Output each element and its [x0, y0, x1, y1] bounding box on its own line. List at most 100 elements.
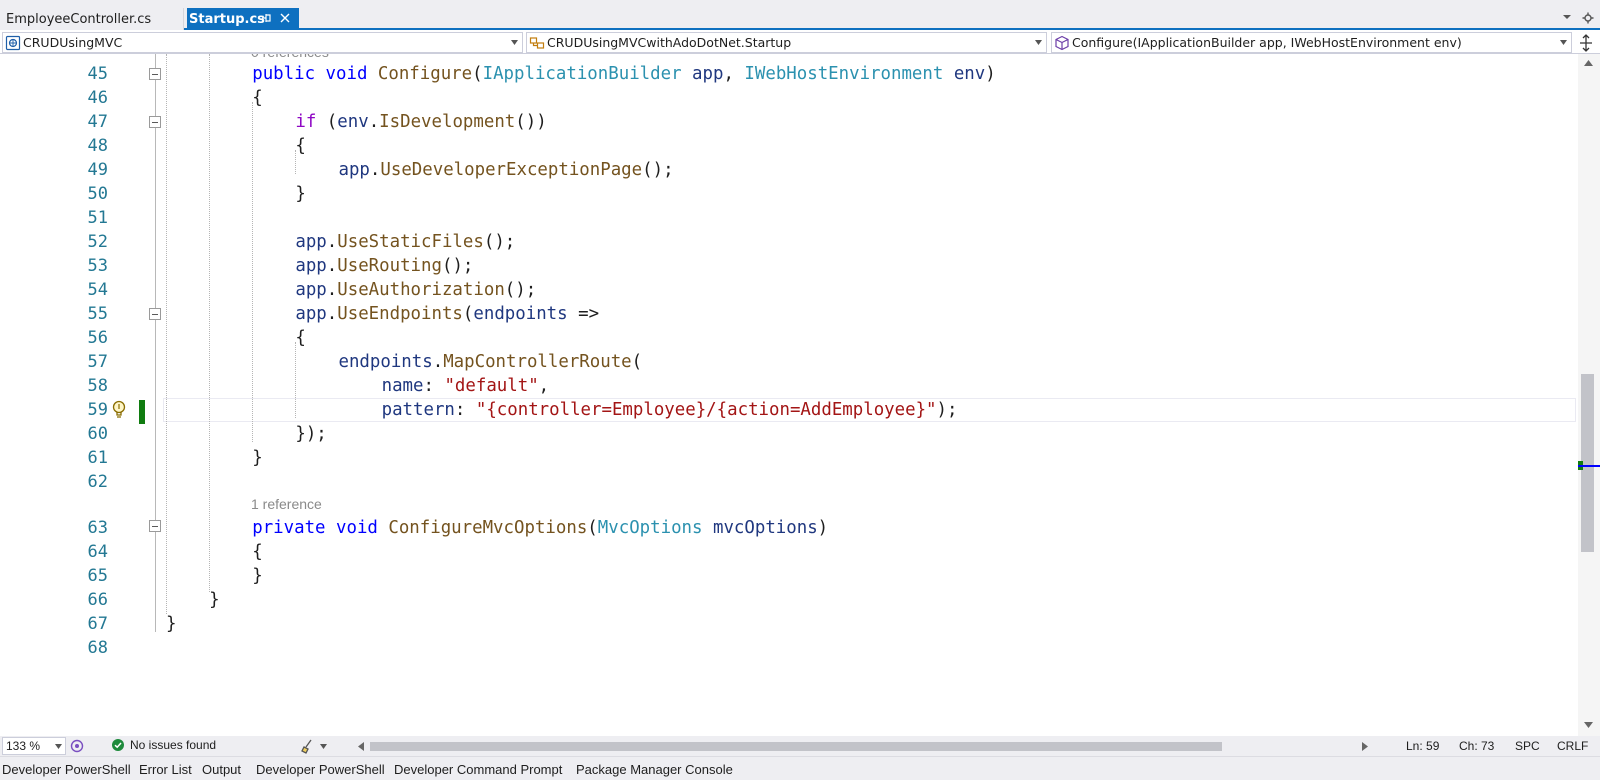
- codelens-references[interactable]: 0 references: [251, 54, 329, 62]
- line-number: 46: [87, 88, 108, 108]
- code-line[interactable]: 52 app.UseStaticFiles();: [0, 230, 1578, 254]
- tab-overflow-icon[interactable]: [1562, 13, 1572, 21]
- member-dropdown[interactable]: Configure(IApplicationBuilder app, IWebH…: [1051, 32, 1572, 53]
- scroll-up-icon[interactable]: [1584, 60, 1593, 66]
- member-name: Configure(IApplicationBuilder app, IWebH…: [1072, 35, 1462, 50]
- code-line[interactable]: 67}: [0, 612, 1578, 636]
- scroll-right-icon[interactable]: [1362, 742, 1368, 751]
- code-text: }: [209, 588, 219, 612]
- copilot-icon[interactable]: [70, 739, 84, 753]
- code-token: void: [336, 518, 389, 538]
- line-indicator[interactable]: Ln: 59: [1406, 739, 1439, 753]
- code-token: ConfigureMvcOptions: [388, 518, 588, 538]
- pin-icon[interactable]: [260, 11, 273, 25]
- issues-indicator[interactable]: No issues found: [112, 738, 216, 752]
- code-token: ): [817, 518, 829, 538]
- close-icon[interactable]: [279, 12, 291, 24]
- code-line[interactable]: 61}: [0, 446, 1578, 470]
- project-dropdown[interactable]: CRUDUsingMVC: [2, 32, 523, 53]
- code-token: }: [166, 614, 177, 634]
- vertical-scrollbar[interactable]: [1578, 54, 1600, 736]
- code-line[interactable]: 55 app.UseEndpoints(endpoints =>: [0, 302, 1578, 326]
- line-number: 59: [87, 400, 108, 420]
- code-line[interactable]: 49 app.UseDeveloperExceptionPage();: [0, 158, 1578, 182]
- code-token: IsDevelopment: [379, 112, 516, 132]
- code-line[interactable]: 47 if (env.IsDevelopment()): [0, 110, 1578, 134]
- zoom-dropdown[interactable]: 133 %: [2, 737, 66, 755]
- line-number: 54: [87, 280, 108, 300]
- code-token: ,: [723, 64, 745, 84]
- document-tab-bar: EmployeeController.cs Startup.cs: [0, 0, 1600, 30]
- code-line[interactable]: 63 private void ConfigureMvcOptions(MvcOp…: [0, 516, 1578, 540]
- column-indicator[interactable]: Ch: 73: [1459, 739, 1494, 753]
- code-token: (: [472, 64, 483, 84]
- scroll-left-icon[interactable]: [358, 742, 364, 751]
- code-token: }: [209, 590, 220, 610]
- line-number: 57: [87, 352, 108, 372]
- code-editor[interactable]: 0 references 1 reference 45 public void C…: [0, 54, 1578, 736]
- chevron-down-icon[interactable]: [320, 744, 327, 749]
- split-editor-icon[interactable]: [1577, 34, 1595, 52]
- code-token: UseAuthorization: [337, 280, 505, 300]
- tool-window-tabs: Developer PowerShell Error List Output D…: [0, 756, 1600, 780]
- tool-tab-output[interactable]: Output: [202, 762, 241, 777]
- whitespace-indicator[interactable]: SPC: [1515, 739, 1540, 753]
- navigation-bar: CRUDUsingMVC CRUDUsingMVCwithAdoDotNet.S…: [0, 31, 1600, 54]
- code-token: (: [316, 112, 338, 132]
- code-line[interactable]: 46 {: [0, 86, 1578, 110]
- code-line[interactable]: 65}: [0, 564, 1578, 588]
- code-token: .: [326, 256, 338, 276]
- tab-startup[interactable]: Startup.cs: [187, 8, 299, 30]
- code-line[interactable]: 56 {: [0, 326, 1578, 350]
- code-line[interactable]: 59 pattern: "{controller=Employee}/{actio…: [0, 398, 1578, 422]
- line-number: 50: [87, 184, 108, 204]
- code-token: IApplicationBuilder: [482, 64, 682, 84]
- code-token: :: [423, 376, 445, 396]
- tool-tab-error-list[interactable]: Error List: [139, 762, 192, 777]
- tab-label: EmployeeController.cs: [6, 11, 152, 27]
- code-token: {: [252, 542, 263, 562]
- code-line[interactable]: 62: [0, 470, 1578, 494]
- line-number: 66: [87, 590, 108, 610]
- code-line[interactable]: 48 {: [0, 134, 1578, 158]
- code-line[interactable]: 68: [0, 636, 1578, 660]
- code-token: .: [368, 112, 380, 132]
- code-line[interactable]: 54 app.UseAuthorization();: [0, 278, 1578, 302]
- line-ending-indicator[interactable]: CRLF: [1557, 739, 1588, 753]
- code-text: app.UseEndpoints(endpoints =>: [295, 302, 599, 326]
- line-number: 49: [87, 160, 108, 180]
- code-token: });: [295, 424, 327, 444]
- code-token: UseEndpoints: [337, 304, 463, 324]
- tool-tab-developer-powershell[interactable]: Developer PowerShell: [256, 762, 385, 777]
- code-line[interactable]: 50}: [0, 182, 1578, 206]
- code-token: Configure: [377, 64, 473, 84]
- code-line[interactable]: 45 public void Configure(IApplicationBuil…: [0, 62, 1578, 86]
- code-token: .: [432, 352, 444, 372]
- code-token: private: [252, 518, 336, 538]
- code-line[interactable]: 57 endpoints.MapControllerRoute(: [0, 350, 1578, 374]
- codelens-references[interactable]: 1 reference: [251, 494, 322, 514]
- tab-employeecontroller[interactable]: EmployeeController.cs: [0, 8, 184, 30]
- code-line[interactable]: 51: [0, 206, 1578, 230]
- scrollbar-thumb[interactable]: [370, 742, 1222, 751]
- code-line[interactable]: 58 name: "default",: [0, 374, 1578, 398]
- tool-tab-package-manager-console[interactable]: Package Manager Console: [576, 762, 733, 777]
- code-line[interactable]: 66}: [0, 588, 1578, 612]
- code-line[interactable]: 60});: [0, 422, 1578, 446]
- code-token: app: [295, 232, 327, 252]
- code-token: MapControllerRoute: [443, 352, 632, 372]
- code-text: {: [295, 326, 305, 350]
- code-line[interactable]: 64 {: [0, 540, 1578, 564]
- code-line[interactable]: 53 app.UseRouting();: [0, 254, 1578, 278]
- tool-tab-developer-command-prompt[interactable]: Developer Command Prompt: [394, 762, 562, 777]
- scroll-down-icon[interactable]: [1584, 722, 1593, 728]
- code-cleanup-icon[interactable]: [300, 738, 316, 754]
- class-dropdown[interactable]: CRUDUsingMVCwithAdoDotNet.Startup: [526, 32, 1047, 53]
- code-token: if: [295, 112, 317, 132]
- code-text: }: [252, 564, 262, 588]
- settings-icon[interactable]: [1582, 12, 1594, 24]
- line-number: 51: [87, 208, 108, 228]
- horizontal-scrollbar[interactable]: [356, 738, 1372, 754]
- code-token: "{controller=Employee}/{action=AddEmploy…: [475, 400, 937, 420]
- tool-tab-developer-powershell[interactable]: Developer PowerShell: [2, 762, 131, 777]
